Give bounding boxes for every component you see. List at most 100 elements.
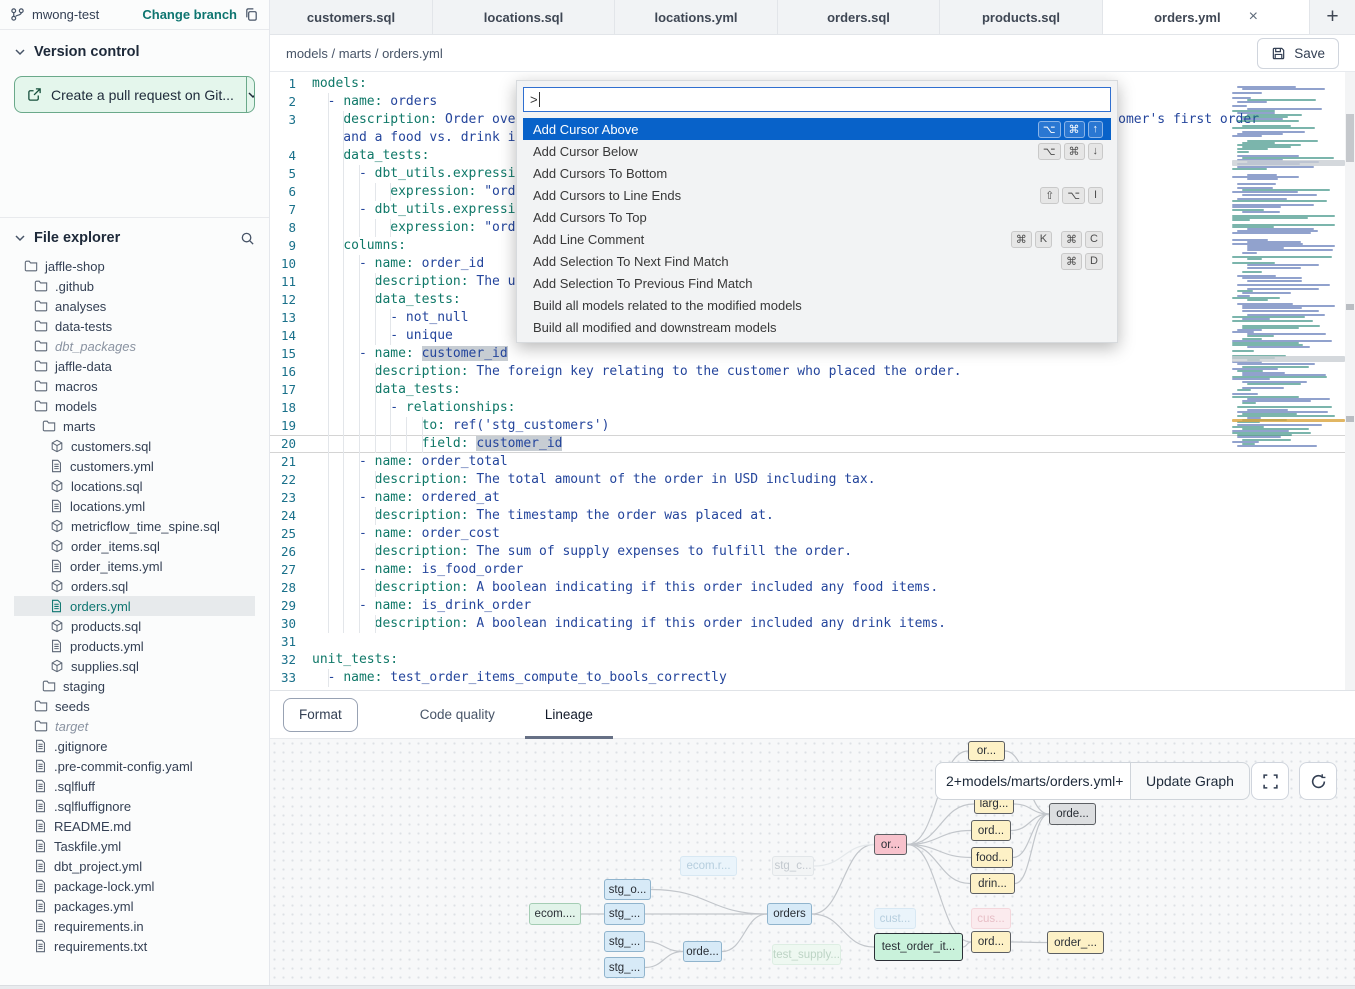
tree-item[interactable]: locations.sql <box>14 476 255 496</box>
lineage-canvas[interactable]: ecom....stg_o...stg_...stg_...stg_...ord… <box>270 739 1355 985</box>
lineage-node[interactable]: stg_... <box>604 957 645 978</box>
refresh-button[interactable] <box>1299 762 1337 800</box>
tree-item[interactable]: packages.yml <box>14 896 255 916</box>
tree-item[interactable]: products.sql <box>14 616 255 636</box>
save-button[interactable]: Save <box>1257 38 1339 69</box>
tree-item[interactable]: supplies.sql <box>14 656 255 676</box>
tree-item[interactable]: .github <box>14 276 255 296</box>
panel-tab-lineage[interactable]: Lineage <box>545 690 593 739</box>
lineage-node[interactable]: order_... <box>1047 931 1104 954</box>
tree-item[interactable]: order_items.yml <box>14 556 255 576</box>
lineage-node[interactable]: or... <box>968 741 1005 761</box>
code-editor[interactable]: 1models:2 - name: orders3 description: O… <box>270 72 1355 690</box>
tree-item[interactable]: .pre-commit-config.yaml <box>14 756 255 776</box>
tree-item[interactable]: staging <box>14 676 255 696</box>
lineage-node[interactable]: ecom.r... <box>680 856 737 876</box>
code-line[interactable]: 26 description: The sum of supply expens… <box>270 543 1355 561</box>
palette-item[interactable]: Build all modified and downstream models <box>523 316 1111 338</box>
tree-item[interactable]: macros <box>14 376 255 396</box>
tree-item[interactable]: customers.yml <box>14 456 255 476</box>
code-line[interactable]: 20 field: customer_id <box>270 435 1355 453</box>
lineage-node[interactable]: orde... <box>683 941 722 962</box>
tree-item[interactable]: .sqlfluffignore <box>14 796 255 816</box>
pr-dropdown-caret[interactable] <box>247 77 255 112</box>
palette-item[interactable]: Add Cursors To Bottom <box>523 162 1111 184</box>
code-line[interactable]: 15 - name: customer_id <box>270 345 1355 363</box>
lineage-node[interactable]: test_supply... <box>772 944 841 965</box>
code-line[interactable]: 27 - name: is_food_order <box>270 561 1355 579</box>
lineage-node[interactable]: stg_o... <box>604 879 651 900</box>
tree-item[interactable]: models <box>14 396 255 416</box>
tree-item[interactable]: .sqlfluff <box>14 776 255 796</box>
chevron-down-icon[interactable] <box>14 232 26 244</box>
search-icon[interactable] <box>240 231 255 246</box>
tree-item[interactable]: jaffle-data <box>14 356 255 376</box>
palette-item[interactable]: Add Line Comment⌘K⌘C <box>523 228 1111 250</box>
lineage-node[interactable]: test_order_it... <box>874 933 963 961</box>
minimap[interactable] <box>1232 86 1345 450</box>
lineage-node[interactable]: food... <box>971 847 1013 868</box>
close-icon[interactable]: × <box>1249 9 1258 25</box>
tree-item[interactable]: marts <box>14 416 255 436</box>
palette-item[interactable]: Add Cursors To Top <box>523 206 1111 228</box>
update-graph-button[interactable]: Update Graph <box>1131 762 1250 800</box>
code-line[interactable]: 22 description: The total amount of the … <box>270 471 1355 489</box>
editor-scrollbar[interactable] <box>1345 72 1355 690</box>
code-line[interactable]: 31 <box>270 633 1355 651</box>
tree-item[interactable]: README.md <box>14 816 255 836</box>
code-line[interactable]: 29 - name: is_drink_order <box>270 597 1355 615</box>
lineage-node[interactable]: or... <box>874 834 907 855</box>
tab-locations.yml[interactable]: locations.yml <box>615 0 778 34</box>
tree-item[interactable]: seeds <box>14 696 255 716</box>
palette-item[interactable]: Add Cursors to Line Ends⇧⌥I <box>523 184 1111 206</box>
tree-item[interactable]: orders.sql <box>14 576 255 596</box>
tree-item[interactable]: dbt_packages <box>14 336 255 356</box>
tree-item[interactable]: orders.yml <box>14 596 255 616</box>
tree-item[interactable]: Taskfile.yml <box>14 836 255 856</box>
lineage-search-input[interactable] <box>935 762 1131 800</box>
tab-orders.yml[interactable]: orders.yml× <box>1103 0 1310 34</box>
lineage-node[interactable]: cust... <box>874 908 916 929</box>
tree-item[interactable]: requirements.txt <box>14 936 255 956</box>
tab-customers.sql[interactable]: customers.sql <box>270 0 433 34</box>
lineage-node[interactable]: orders <box>767 903 812 925</box>
chevron-down-icon[interactable] <box>14 46 26 58</box>
tab-products.sql[interactable]: products.sql <box>940 0 1103 34</box>
tree-item[interactable]: requirements.in <box>14 916 255 936</box>
tab-orders.sql[interactable]: orders.sql <box>778 0 940 34</box>
new-tab-button[interactable]: + <box>1310 0 1355 34</box>
tree-item[interactable]: products.yml <box>14 636 255 656</box>
code-line[interactable]: 21 - name: order_total <box>270 453 1355 471</box>
lineage-node[interactable]: drin... <box>970 873 1015 894</box>
palette-item[interactable]: Add Cursor Above⌥⌘↑ <box>523 118 1111 140</box>
code-line[interactable]: 19 to: ref('stg_customers') <box>270 417 1355 435</box>
panel-tab-code-quality[interactable]: Code quality <box>420 690 495 739</box>
lineage-node[interactable]: stg_... <box>604 931 645 952</box>
tree-item[interactable]: dbt_project.yml <box>14 856 255 876</box>
format-button[interactable]: Format <box>283 698 358 732</box>
tree-item[interactable]: order_items.sql <box>14 536 255 556</box>
code-line[interactable]: 28 description: A boolean indicating if … <box>270 579 1355 597</box>
copy-icon[interactable] <box>244 7 259 22</box>
lineage-node[interactable]: cus... <box>971 908 1011 929</box>
palette-item[interactable]: Build all models related to the modified… <box>523 294 1111 316</box>
code-line[interactable]: 25 - name: order_cost <box>270 525 1355 543</box>
code-line[interactable]: 30 description: A boolean indicating if … <box>270 615 1355 633</box>
scrollbar-thumb[interactable] <box>1346 114 1354 162</box>
tree-item[interactable]: analyses <box>14 296 255 316</box>
tab-locations.sql[interactable]: locations.sql <box>433 0 615 34</box>
code-line[interactable]: 18 - relationships: <box>270 399 1355 417</box>
lineage-node[interactable]: orde... <box>1049 803 1096 825</box>
palette-item[interactable]: Add Selection To Next Find Match⌘D <box>523 250 1111 272</box>
lineage-node[interactable]: ord... <box>971 820 1011 841</box>
tree-item[interactable]: target <box>14 716 255 736</box>
tree-item[interactable]: locations.yml <box>14 496 255 516</box>
code-line[interactable]: 33 - name: test_order_items_compute_to_b… <box>270 669 1355 687</box>
lineage-node[interactable]: stg_c... <box>772 856 814 876</box>
tree-item[interactable]: metricflow_time_spine.sql <box>14 516 255 536</box>
lineage-node[interactable]: ord... <box>971 931 1011 953</box>
palette-item[interactable]: Add Cursor Below⌥⌘↓ <box>523 140 1111 162</box>
create-pull-request-button[interactable]: Create a pull request on Git... <box>14 76 255 113</box>
fullscreen-button[interactable] <box>1251 762 1289 800</box>
code-line[interactable]: 23 - name: ordered_at <box>270 489 1355 507</box>
